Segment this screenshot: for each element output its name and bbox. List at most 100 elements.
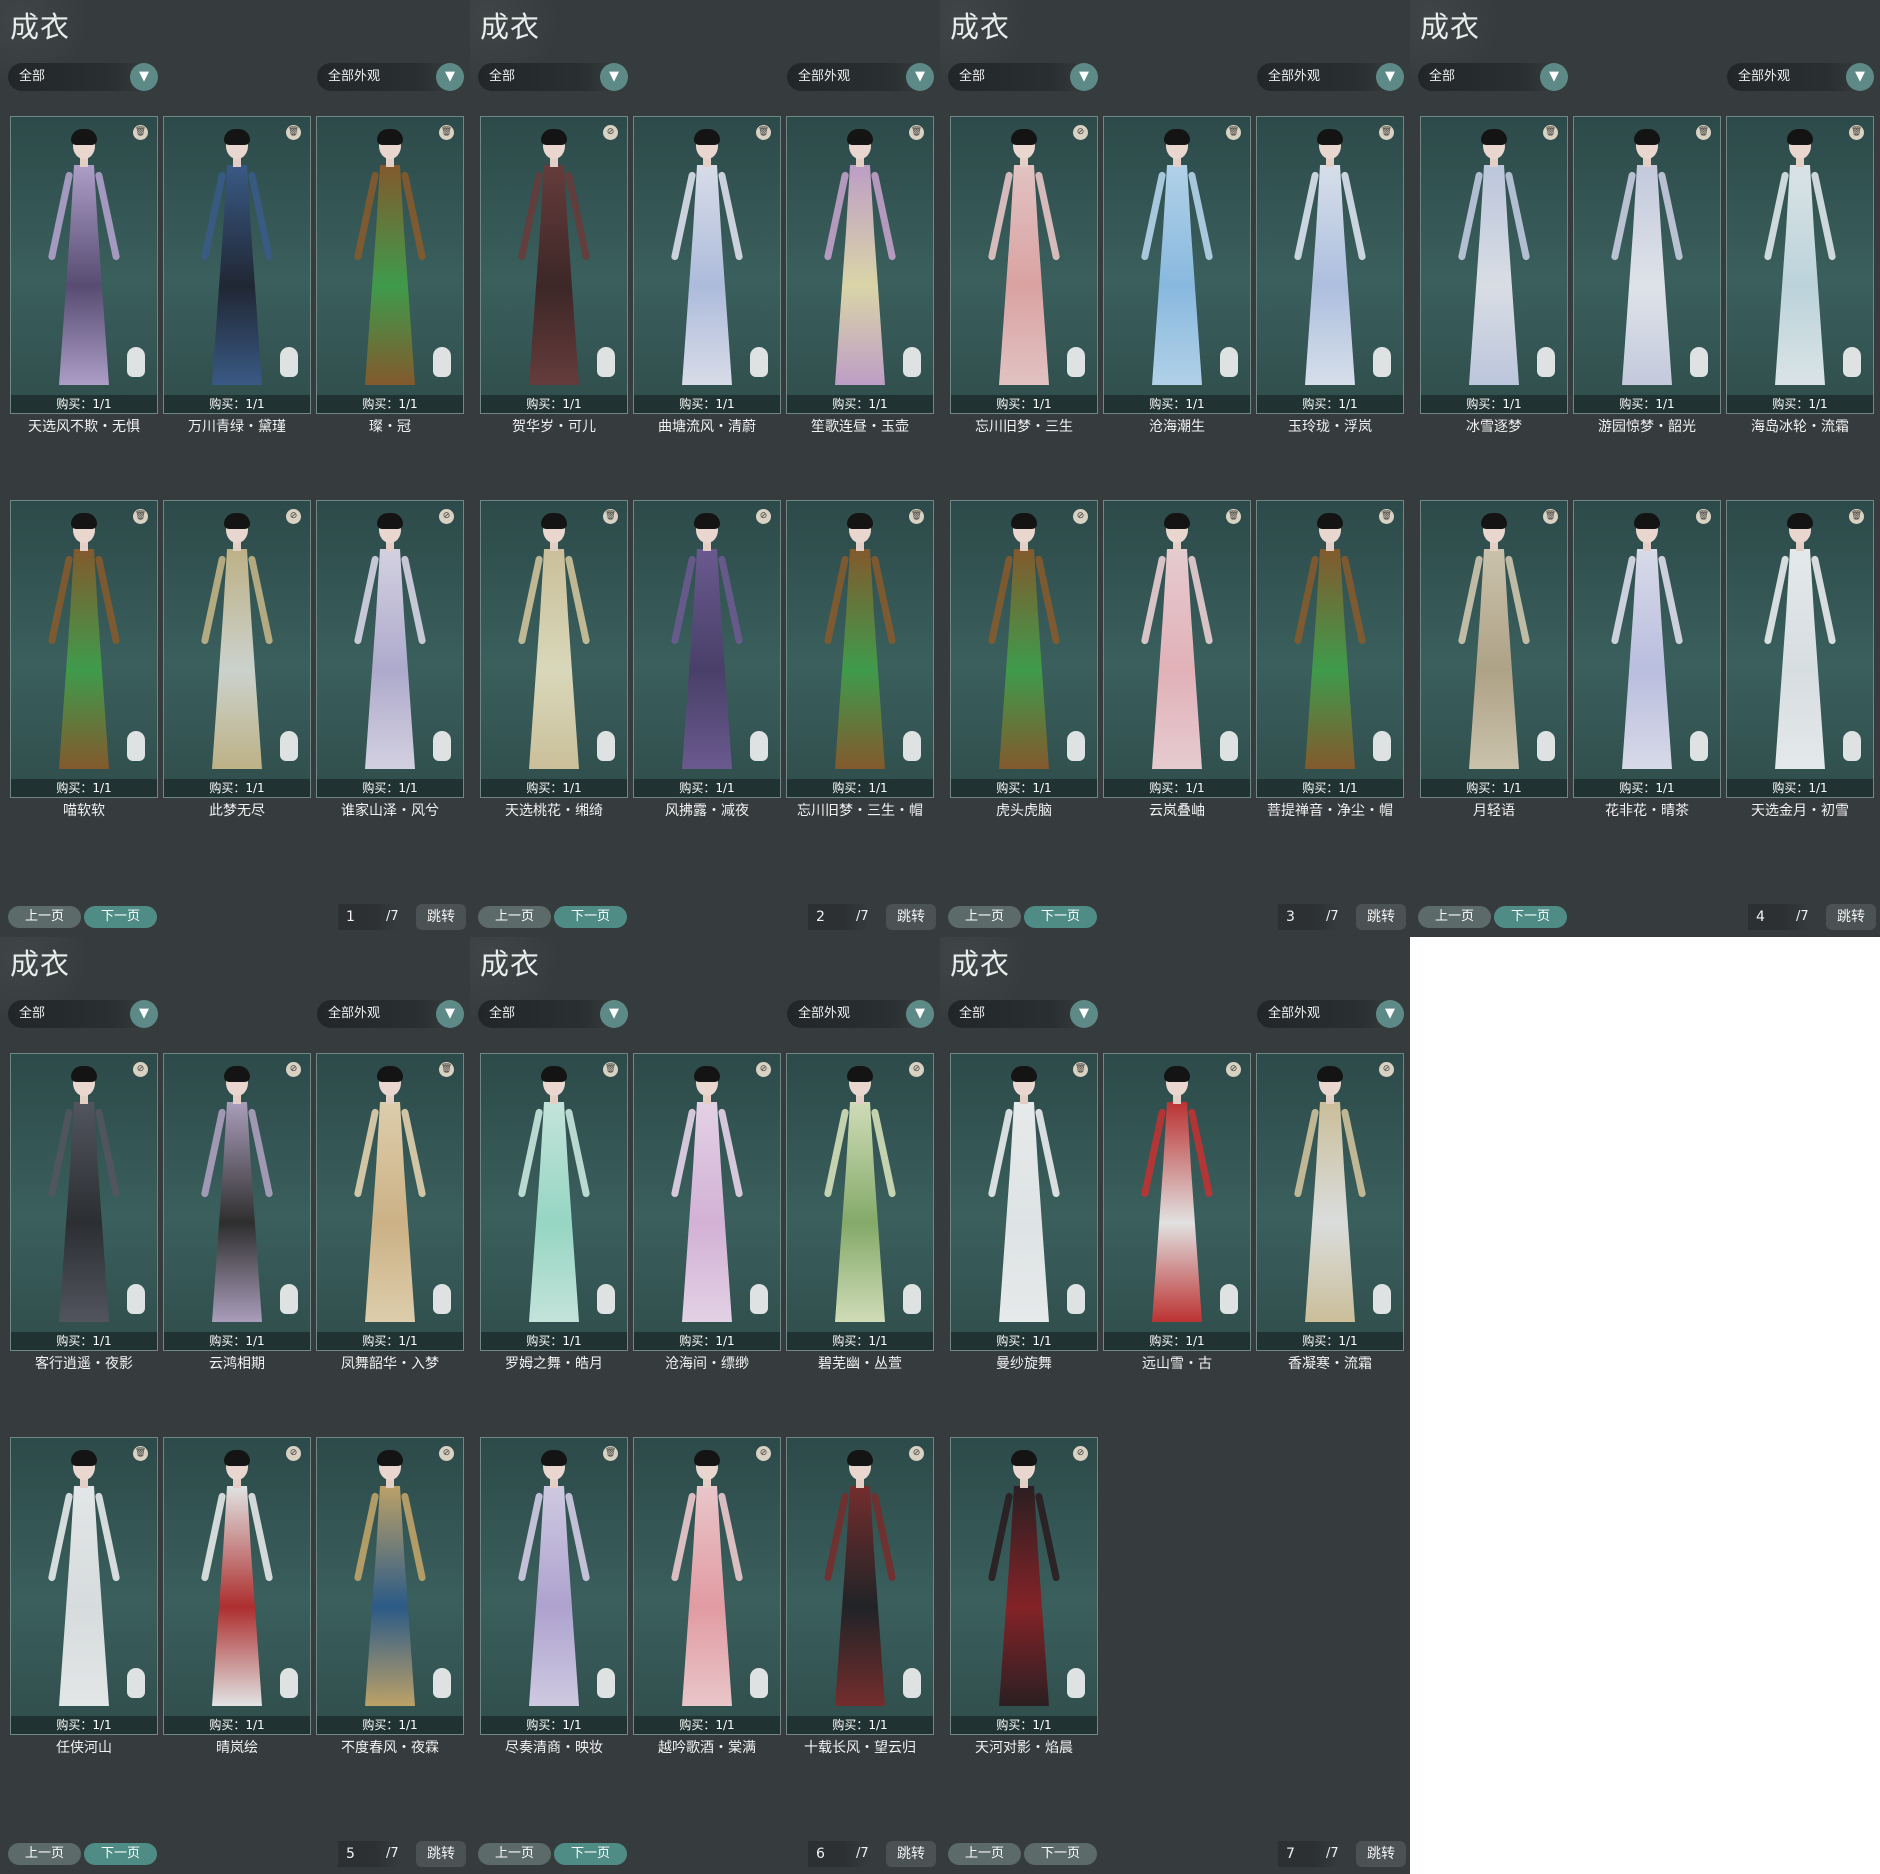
trash-icon[interactable]: 🗑: [1849, 509, 1864, 524]
forbidden-icon[interactable]: ⊘: [603, 125, 618, 140]
appearance-dropdown[interactable]: 全部外观 ▼: [787, 63, 934, 91]
category-dropdown[interactable]: 全部 ▼: [478, 1000, 628, 1028]
trash-icon[interactable]: 🗑: [1849, 125, 1864, 140]
outfit-card[interactable]: 🗑 购买：1/1: [163, 116, 311, 414]
trash-icon[interactable]: 🗑: [439, 1062, 454, 1077]
outfit-card[interactable]: ⊘ 购买：1/1: [480, 116, 628, 414]
outfit-card[interactable]: ⊘ 购买：1/1: [950, 116, 1098, 414]
chevron-down-icon[interactable]: ▼: [1846, 63, 1874, 91]
trash-icon[interactable]: 🗑: [133, 125, 148, 140]
trash-icon[interactable]: 🗑: [1226, 509, 1241, 524]
trash-icon[interactable]: 🗑: [286, 125, 301, 140]
trash-icon[interactable]: 🗑: [603, 509, 618, 524]
category-dropdown[interactable]: 全部 ▼: [948, 1000, 1098, 1028]
outfit-card[interactable]: 🗑 购买：1/1: [1726, 116, 1874, 414]
outfit-card[interactable]: 🗑 购买：1/1: [1420, 116, 1568, 414]
outfit-card[interactable]: 🗑 购买：1/1: [316, 116, 464, 414]
outfit-card[interactable]: ⊘ 购买：1/1: [786, 1437, 934, 1735]
trash-icon[interactable]: 🗑: [909, 509, 924, 524]
outfit-card[interactable]: ⊘ 购买：1/1: [316, 1437, 464, 1735]
outfit-card[interactable]: 🗑 购买：1/1: [10, 500, 158, 798]
forbidden-icon[interactable]: ⊘: [133, 1062, 148, 1077]
outfit-card[interactable]: ⊘ 购买：1/1: [633, 500, 781, 798]
outfit-card[interactable]: ⊘ 购买：1/1: [950, 1437, 1098, 1735]
trash-icon[interactable]: 🗑: [1226, 125, 1241, 140]
outfit-card[interactable]: ⊘ 购买：1/1: [316, 500, 464, 798]
trash-icon[interactable]: 🗑: [133, 509, 148, 524]
chevron-down-icon[interactable]: ▼: [1070, 1000, 1098, 1028]
jump-button[interactable]: 跳转: [416, 1841, 466, 1867]
trash-icon[interactable]: 🗑: [133, 1446, 148, 1461]
outfit-card[interactable]: ⊘ 购买：1/1: [633, 1053, 781, 1351]
trash-icon[interactable]: 🗑: [1073, 1062, 1088, 1077]
trash-icon[interactable]: 🗑: [439, 125, 454, 140]
chevron-down-icon[interactable]: ▼: [906, 63, 934, 91]
prev-page-button[interactable]: 上一页: [8, 906, 81, 928]
trash-icon[interactable]: 🗑: [603, 1446, 618, 1461]
next-page-button[interactable]: 下一页: [554, 1843, 627, 1865]
outfit-card[interactable]: ⊘ 购买：1/1: [1256, 1053, 1404, 1351]
appearance-dropdown[interactable]: 全部外观 ▼: [1727, 63, 1874, 91]
trash-icon[interactable]: 🗑: [1379, 125, 1394, 140]
chevron-down-icon[interactable]: ▼: [600, 1000, 628, 1028]
appearance-dropdown[interactable]: 全部外观 ▼: [317, 63, 464, 91]
outfit-card[interactable]: 🗑 购买：1/1: [480, 1437, 628, 1735]
chevron-down-icon[interactable]: ▼: [1540, 63, 1568, 91]
chevron-down-icon[interactable]: ▼: [130, 63, 158, 91]
chevron-down-icon[interactable]: ▼: [1376, 1000, 1404, 1028]
outfit-card[interactable]: 🗑 购买：1/1: [1420, 500, 1568, 798]
chevron-down-icon[interactable]: ▼: [600, 63, 628, 91]
outfit-card[interactable]: 🗑 购买：1/1: [480, 500, 628, 798]
appearance-dropdown[interactable]: 全部外观 ▼: [787, 1000, 934, 1028]
outfit-card[interactable]: ⊘ 购买：1/1: [950, 500, 1098, 798]
outfit-card[interactable]: 🗑 购买：1/1: [786, 116, 934, 414]
outfit-card[interactable]: 🗑 购买：1/1: [786, 500, 934, 798]
appearance-dropdown[interactable]: 全部外观 ▼: [1257, 63, 1404, 91]
forbidden-icon[interactable]: ⊘: [286, 1446, 301, 1461]
trash-icon[interactable]: 🗑: [1543, 125, 1558, 140]
prev-page-button[interactable]: 上一页: [478, 1843, 551, 1865]
forbidden-icon[interactable]: ⊘: [439, 1446, 454, 1461]
category-dropdown[interactable]: 全部 ▼: [948, 63, 1098, 91]
next-page-button[interactable]: 下一页: [84, 906, 157, 928]
appearance-dropdown[interactable]: 全部外观 ▼: [317, 1000, 464, 1028]
category-dropdown[interactable]: 全部 ▼: [8, 1000, 158, 1028]
outfit-card[interactable]: ⊘ 购买：1/1: [786, 1053, 934, 1351]
prev-page-button[interactable]: 上一页: [948, 906, 1021, 928]
outfit-card[interactable]: ⊘ 购买：1/1: [163, 500, 311, 798]
trash-icon[interactable]: 🗑: [603, 1062, 618, 1077]
outfit-card[interactable]: ⊘ 购买：1/1: [163, 1437, 311, 1735]
jump-button[interactable]: 跳转: [1356, 904, 1406, 930]
forbidden-icon[interactable]: ⊘: [756, 1062, 771, 1077]
jump-button[interactable]: 跳转: [1826, 904, 1876, 930]
next-page-button[interactable]: 下一页: [84, 1843, 157, 1865]
next-page-button[interactable]: 下一页: [554, 906, 627, 928]
next-page-button[interactable]: 下一页: [1494, 906, 1567, 928]
forbidden-icon[interactable]: ⊘: [439, 509, 454, 524]
forbidden-icon[interactable]: ⊘: [909, 1062, 924, 1077]
next-page-button[interactable]: 下一页: [1024, 906, 1097, 928]
outfit-card[interactable]: ⊘ 购买：1/1: [1103, 1053, 1251, 1351]
trash-icon[interactable]: 🗑: [909, 125, 924, 140]
outfit-card[interactable]: ⊘ 购买：1/1: [10, 1053, 158, 1351]
next-page-button[interactable]: 下一页: [1024, 1843, 1097, 1865]
prev-page-button[interactable]: 上一页: [478, 906, 551, 928]
jump-button[interactable]: 跳转: [886, 904, 936, 930]
chevron-down-icon[interactable]: ▼: [436, 1000, 464, 1028]
chevron-down-icon[interactable]: ▼: [1070, 63, 1098, 91]
outfit-card[interactable]: 🗑 购买：1/1: [1103, 500, 1251, 798]
chevron-down-icon[interactable]: ▼: [1376, 63, 1404, 91]
forbidden-icon[interactable]: ⊘: [286, 1062, 301, 1077]
prev-page-button[interactable]: 上一页: [1418, 906, 1491, 928]
forbidden-icon[interactable]: ⊘: [909, 1446, 924, 1461]
category-dropdown[interactable]: 全部 ▼: [478, 63, 628, 91]
forbidden-icon[interactable]: ⊘: [1073, 509, 1088, 524]
outfit-card[interactable]: 🗑 购买：1/1: [1103, 116, 1251, 414]
outfit-card[interactable]: 🗑 购买：1/1: [950, 1053, 1098, 1351]
chevron-down-icon[interactable]: ▼: [436, 63, 464, 91]
trash-icon[interactable]: 🗑: [1543, 509, 1558, 524]
outfit-card[interactable]: 🗑 购买：1/1: [1256, 116, 1404, 414]
prev-page-button[interactable]: 上一页: [8, 1843, 81, 1865]
trash-icon[interactable]: 🗑: [1696, 509, 1711, 524]
forbidden-icon[interactable]: ⊘: [756, 509, 771, 524]
